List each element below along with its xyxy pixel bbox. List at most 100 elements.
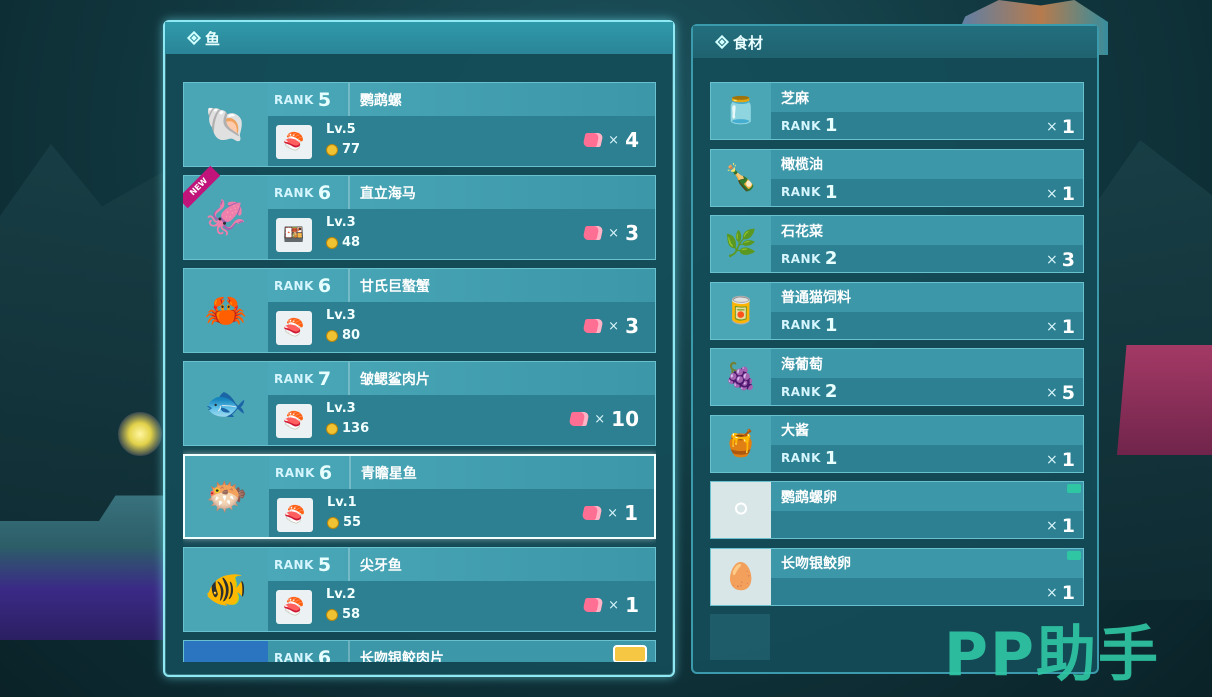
shark-meat-icon: 🐟	[184, 362, 268, 445]
sesame-jar-icon: 🫙	[711, 83, 771, 139]
price-row: 55	[327, 515, 361, 530]
ingredient-card[interactable]: 🍯 大酱 RANK 1 × 1	[710, 414, 1084, 473]
ingredient-details: RANK 1 × 1	[771, 112, 1083, 139]
ingredient-name: 芝麻	[781, 90, 809, 107]
multiply-sign: ×	[1046, 119, 1058, 135]
fish-card[interactable]: RANK 6 长吻银鲛肉片	[183, 640, 656, 662]
sushi-dish-icon: 🍣	[276, 311, 312, 345]
rank-label: RANK	[781, 384, 821, 399]
ingredient-name: 大酱	[781, 423, 809, 439]
fish-card[interactable]: 🐟 RANK 7 皱鳃鲨肉片 🍣 Lv.3 136 × 10	[183, 361, 656, 446]
price-value: 48	[342, 235, 361, 250]
chimaera-meat-icon	[184, 641, 268, 662]
rank-label: RANK	[274, 185, 314, 200]
coin-icon	[326, 608, 338, 621]
ingredient-name: 普通猫饲料	[781, 290, 851, 306]
price-value: 58	[342, 607, 361, 622]
fish-card-header: RANK 5 尖牙鱼	[268, 548, 655, 581]
rank-label: RANK	[781, 251, 821, 266]
price-value: 136	[342, 421, 370, 436]
briefcase-icon	[613, 645, 647, 662]
rank-label: RANK	[274, 557, 314, 572]
rank-label: RANK	[781, 185, 821, 199]
fangtooth-fish-icon: 🐠	[184, 548, 268, 631]
fish-card-header: RANK 6 直立海马	[268, 176, 655, 209]
rank-value: 6	[317, 274, 332, 297]
dish-level: Lv.3	[326, 401, 356, 416]
ingredient-card[interactable]: 🫙 芝麻 RANK 1 × 1	[710, 82, 1084, 140]
multiply-sign: ×	[607, 505, 619, 521]
ingredient-panel: 食材 🫙 芝麻 RANK 1 × 1 🍾 橄榄油 RANK 1 × 1 🌿 石花菜 RANK 2 × 3 🥫 普通猫饲…	[691, 24, 1099, 674]
fish-card-details: 🍣 Lv.1 55 × 1	[269, 489, 654, 537]
fish-card[interactable]: 🦀 RANK 6 甘氏巨螯蟹 🍣 Lv.3 80 × 3	[183, 268, 656, 353]
quantity: × 1	[1046, 515, 1075, 537]
quantity-value: 1	[624, 501, 638, 525]
ingredient-card[interactable]: 🍾 橄榄油 RANK 1 × 1	[710, 148, 1084, 207]
ingredient-card[interactable]: 🥫 普通猫饲料 RANK 1 × 1	[710, 281, 1084, 340]
quantity-value: 3	[625, 221, 639, 245]
fish-list[interactable]: 🐚 RANK 5 鹦鹉螺 🍣 Lv.5 77 × 4 🦑 NEW RANK 6 直立海马 🍱 Lv.3 48 × 3…	[183, 82, 656, 662]
fish-card-details: 🍣 Lv.3 136 × 10	[268, 395, 655, 445]
rank-value: 6	[317, 181, 332, 204]
fish-name: 尖牙鱼	[347, 548, 402, 581]
quantity-value: 1	[1061, 116, 1075, 138]
quantity-value: 1	[1061, 448, 1075, 471]
fish-card-header: RANK 6 青瞻星鱼	[269, 456, 654, 489]
ingredient-details: RANK 2 × 5	[771, 378, 1083, 405]
sushi-dish-icon: 🍣	[276, 125, 312, 159]
ingredient-card[interactable]: 🌿 石花菜 RANK 2 × 3	[710, 215, 1084, 273]
quantity: × 3	[1046, 249, 1075, 271]
coin-icon	[327, 516, 339, 529]
price-value: 80	[342, 328, 361, 343]
diamond-icon	[714, 34, 730, 50]
ingredient-details: RANK 1 × 1	[771, 311, 1083, 339]
ingredient-panel-header: 食材	[693, 26, 1097, 58]
coin-icon	[326, 236, 338, 249]
fish-meat-icon	[582, 598, 604, 612]
ingredient-card[interactable]: 🥚 长吻银鲛卵 × 1	[710, 547, 1084, 606]
crab-icon: 🦀	[184, 269, 268, 352]
rank-value: 2	[824, 248, 838, 269]
ingredient-details: × 1	[771, 511, 1083, 538]
quantity: × 1	[1046, 449, 1075, 471]
fish-card[interactable]: 🐠 RANK 5 尖牙鱼 🍣 Lv.2 58 × 1	[183, 547, 656, 632]
fish-card-header: RANK 5 鹦鹉螺	[268, 83, 655, 116]
fish-card[interactable]: 🦑 NEW RANK 6 直立海马 🍱 Lv.3 48 × 3	[183, 165, 656, 260]
olive-oil-bottle-icon: 🍾	[711, 149, 771, 206]
fish-panel-header: 鱼	[165, 22, 673, 54]
fish-card[interactable]: 🐚 RANK 5 鹦鹉螺 🍣 Lv.5 77 × 4	[183, 82, 656, 167]
sushi-dish-icon: 🍣	[276, 590, 312, 624]
quantity-value: 1	[1061, 182, 1075, 205]
rank-value: 5	[317, 553, 332, 576]
ingredient-panel-title: 食材	[733, 33, 764, 52]
rank-label: RANK	[781, 451, 821, 465]
fish-meat-icon	[581, 506, 603, 520]
quantity: × 1	[1046, 316, 1075, 338]
neon-bar-sign	[1117, 345, 1212, 455]
price-value: 77	[342, 142, 361, 157]
price-row: 48	[326, 235, 360, 250]
empty-ingredient-slot	[710, 614, 770, 660]
coin-icon	[326, 422, 338, 435]
quantity-value: 1	[1061, 315, 1075, 338]
red-seaweed-icon: 🌿	[711, 216, 771, 272]
dish-level: Lv.5	[326, 122, 356, 137]
fish-card[interactable]: 🐡 RANK 6 青瞻星鱼 🍣 Lv.1 55 × 1	[183, 454, 656, 539]
cat-food-can-icon: 🥫	[711, 282, 771, 339]
fish-card-details: 🍣 Lv.3 80 × 3	[268, 302, 655, 352]
ingredient-list[interactable]: 🫙 芝麻 RANK 1 × 1 🍾 橄榄油 RANK 1 × 1 🌿 石花菜 RANK 2 × 3 🥫 普通猫饲料 RA…	[710, 82, 1084, 672]
rank-value: 5	[317, 88, 332, 111]
sushi-dish-icon: 🍱	[276, 218, 312, 252]
ingredient-card[interactable]: 🍇 海葡萄 RANK 2 × 5	[710, 348, 1084, 406]
rank-label: RANK	[274, 278, 314, 293]
ingredient-card[interactable]: ⚪ 鹦鹉螺卵 × 1	[710, 481, 1084, 539]
diamond-icon	[186, 30, 202, 46]
fish-card-header: RANK 6 甘氏巨螯蟹	[268, 269, 655, 302]
rank-label: RANK	[275, 465, 315, 480]
fish-name: 鹦鹉螺	[347, 83, 402, 116]
rank-value: 1	[824, 314, 838, 336]
fish-name: 直立海马	[347, 176, 416, 209]
nautilus-eggs-icon: ⚪	[711, 482, 771, 538]
ingredient-name: 石花菜	[781, 223, 823, 240]
rank-value: 1	[824, 447, 838, 469]
